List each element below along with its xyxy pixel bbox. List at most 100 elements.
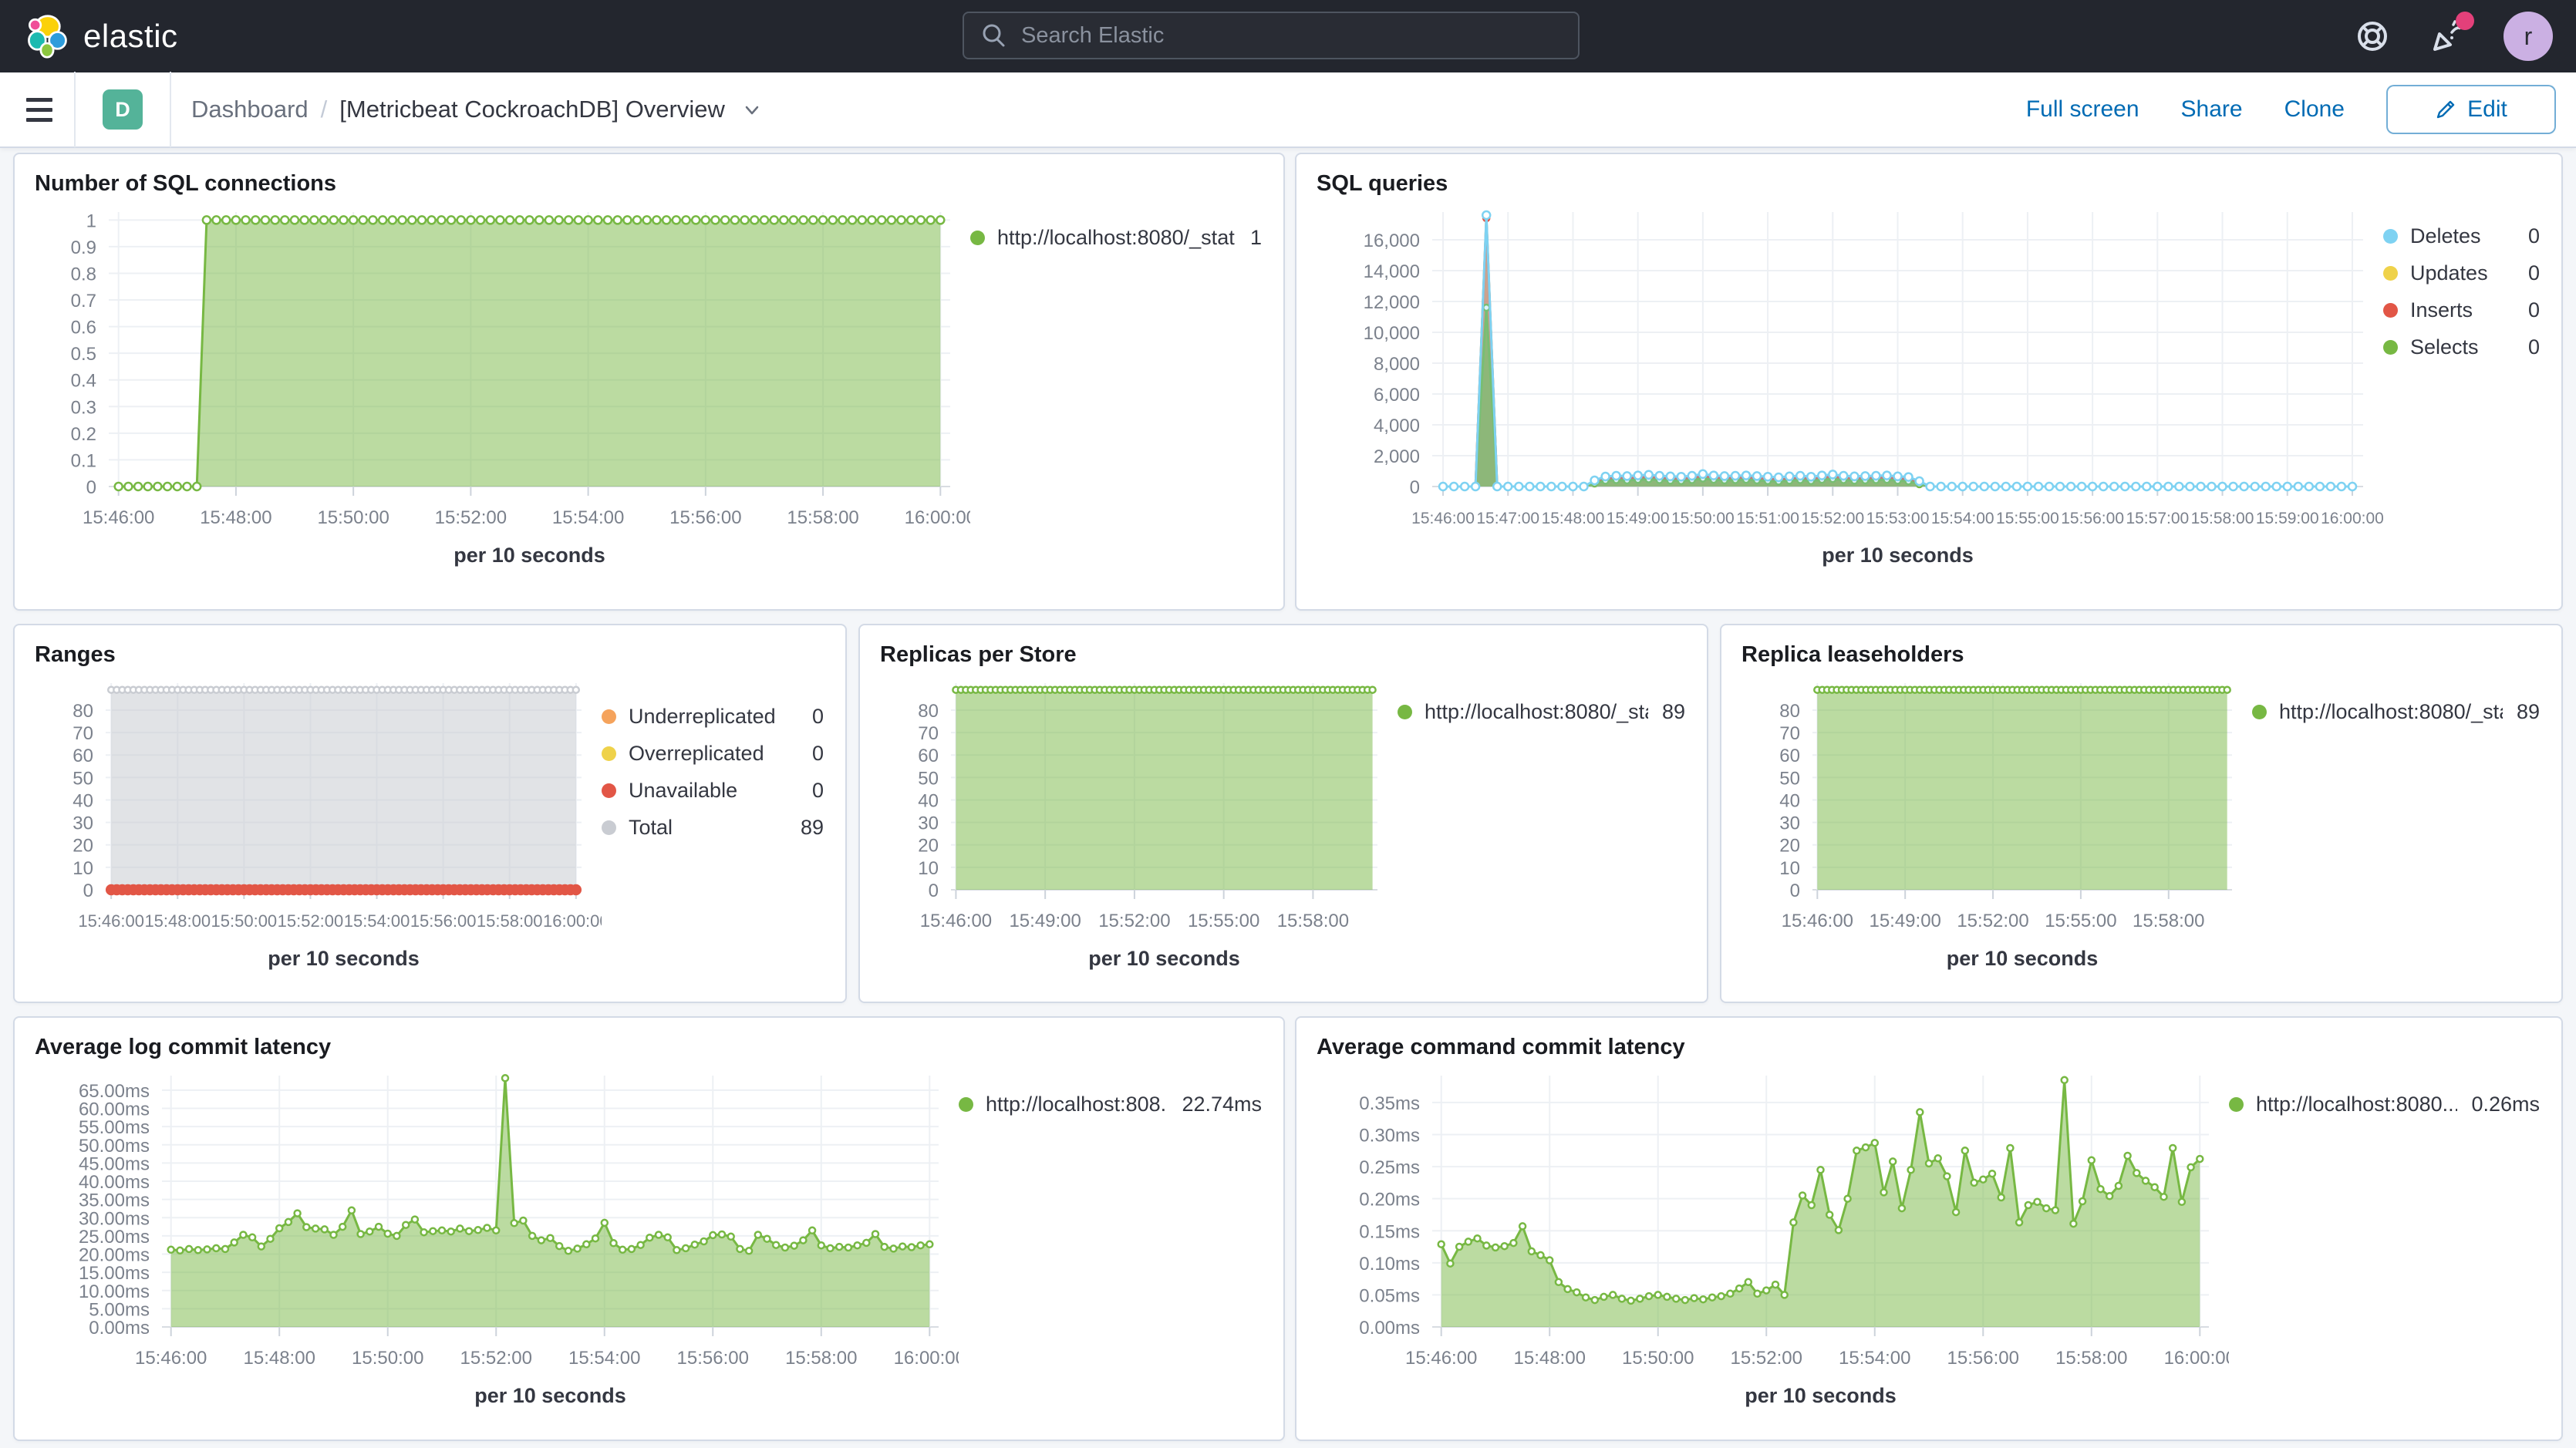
legend-label: Total: [629, 816, 787, 840]
legend-value: 89: [1662, 700, 1685, 724]
svg-text:per 10 seconds: per 10 seconds: [1745, 1384, 1897, 1407]
breadcrumb-dashboard[interactable]: Dashboard: [191, 96, 309, 123]
full-screen-button[interactable]: Full screen: [2026, 96, 2139, 123]
panel-number-of-sql-connections: Number of SQL connections 00.10.20.30.40…: [13, 153, 1285, 611]
legend-item[interactable]: http://localhost:8080/_stat...1: [970, 226, 1262, 250]
panel-replicas-per-store: Replicas per Store 0102030405060708015:4…: [858, 624, 1708, 1003]
svg-text:16:00:00: 16:00:00: [2321, 510, 2383, 527]
panel-ranges: Ranges 0102030405060708015:46:0015:48:00…: [13, 624, 847, 1003]
legend-label: http://localhost:8080/_sta...: [1425, 700, 1648, 724]
chevron-down-icon[interactable]: [742, 99, 762, 120]
legend-item[interactable]: Deletes0: [2383, 224, 2540, 248]
legend-item[interactable]: Underreplicated0: [602, 705, 824, 729]
elastic-logo[interactable]: elastic: [0, 14, 178, 59]
share-button[interactable]: Share: [2181, 96, 2243, 123]
svg-text:16:00:00: 16:00:00: [543, 911, 602, 931]
svg-text:80: 80: [918, 701, 939, 722]
svg-text:15:58:00: 15:58:00: [2191, 510, 2254, 527]
svg-text:15:52:00: 15:52:00: [1957, 911, 2028, 931]
svg-text:60.00ms: 60.00ms: [79, 1099, 150, 1120]
panel-title[interactable]: Number of SQL connections: [35, 171, 1263, 197]
svg-text:0.05ms: 0.05ms: [1359, 1285, 1420, 1306]
svg-text:70: 70: [72, 723, 93, 744]
svg-text:15:54:00: 15:54:00: [568, 1348, 640, 1369]
svg-text:20.00ms: 20.00ms: [79, 1245, 150, 1266]
panel-title[interactable]: Replica leaseholders: [1741, 642, 2541, 668]
svg-text:per 10 seconds: per 10 seconds: [268, 947, 420, 970]
user-avatar[interactable]: r: [2504, 12, 2553, 61]
svg-text:15:47:00: 15:47:00: [1476, 510, 1539, 527]
legend-item[interactable]: Selects0: [2383, 335, 2540, 359]
svg-text:15:48:00: 15:48:00: [244, 1348, 315, 1369]
svg-text:15:52:00: 15:52:00: [278, 911, 344, 931]
svg-text:16:00:00: 16:00:00: [905, 507, 970, 528]
svg-text:65.00ms: 65.00ms: [79, 1081, 150, 1102]
svg-text:15:58:00: 15:58:00: [477, 911, 543, 931]
legend-item[interactable]: http://localhost:8080/_sta... 89: [1398, 700, 1685, 724]
svg-text:0: 0: [83, 881, 93, 901]
chart-canvas[interactable]: 0102030405060708015:46:0015:49:0015:52:0…: [880, 669, 1398, 981]
help-button[interactable]: [2352, 16, 2392, 56]
edit-button-label: Edit: [2467, 96, 2507, 123]
svg-text:15:52:00: 15:52:00: [460, 1348, 532, 1369]
edit-button[interactable]: Edit: [2386, 85, 2556, 134]
legend-label: Underreplicated: [629, 705, 798, 729]
svg-text:80: 80: [72, 701, 93, 722]
svg-text:30: 30: [918, 813, 939, 834]
breadcrumb-bar: D Dashboard / [Metricbeat CockroachDB] O…: [0, 72, 2576, 148]
panel-title[interactable]: Average command commit latency: [1317, 1035, 2541, 1060]
chart-canvas[interactable]: 02,0004,0006,0008,00010,00012,00014,0001…: [1317, 198, 2383, 578]
panel-title[interactable]: SQL queries: [1317, 171, 2541, 197]
legend-item[interactable]: http://localhost:8080/_sta...89: [2252, 700, 2540, 724]
chart-canvas[interactable]: 0.00ms0.05ms0.10ms0.15ms0.20ms0.25ms0.30…: [1317, 1062, 2229, 1418]
chart-canvas[interactable]: 0102030405060708015:46:0015:48:0015:50:0…: [35, 669, 602, 981]
page-title[interactable]: [Metricbeat CockroachDB] Overview: [339, 96, 725, 123]
svg-text:15:48:00: 15:48:00: [144, 911, 211, 931]
svg-text:15:54:00: 15:54:00: [1839, 1348, 1910, 1369]
legend-label: http://localhost:8080/_sta...: [2279, 700, 2503, 724]
legend-item[interactable]: Updates0: [2383, 261, 2540, 285]
legend-label: Deletes: [2410, 224, 2514, 248]
chart-canvas[interactable]: 0.00ms5.00ms10.00ms15.00ms20.00ms25.00ms…: [35, 1062, 959, 1418]
legend-label: http://localhost:8080/_stat...: [997, 226, 1236, 250]
svg-text:15:56:00: 15:56:00: [677, 1348, 749, 1369]
panel-title[interactable]: Average log commit latency: [35, 1035, 1263, 1060]
legend-item[interactable]: http://localhost:8080...0.26ms: [2229, 1093, 2540, 1116]
search-input[interactable]: Search Elastic: [963, 12, 1580, 59]
legend-value: 0: [812, 779, 824, 803]
legend-item[interactable]: http://localhost:808...22.74ms: [959, 1093, 1262, 1116]
panel-title[interactable]: Replicas per Store: [880, 642, 1687, 668]
chart-legend: Deletes0 Updates0 Inserts0 Selects0: [2383, 198, 2541, 581]
legend-item[interactable]: Overreplicated0: [602, 742, 824, 766]
legend-swatch: [2383, 266, 2398, 281]
chart-canvas[interactable]: 00.10.20.30.40.50.60.70.80.9115:46:0015:…: [35, 198, 970, 578]
pencil-icon: [2435, 99, 2456, 120]
panel-title[interactable]: Ranges: [35, 642, 825, 668]
help-icon: [2354, 18, 2391, 55]
svg-text:20: 20: [1779, 836, 1800, 857]
divider: [170, 72, 171, 147]
clone-button[interactable]: Clone: [2284, 96, 2345, 123]
svg-text:15.00ms: 15.00ms: [79, 1263, 150, 1284]
legend-item[interactable]: Total89: [602, 816, 824, 840]
legend-item[interactable]: Inserts0: [2383, 298, 2540, 322]
svg-text:15:46:00: 15:46:00: [1411, 510, 1475, 527]
legend-swatch: [970, 231, 985, 245]
legend-label: Updates: [2410, 261, 2514, 285]
svg-text:16:00:00: 16:00:00: [2164, 1348, 2229, 1369]
top-header: elastic Search Elastic: [0, 0, 2576, 72]
svg-text:15:52:00: 15:52:00: [1801, 510, 1864, 527]
svg-text:30: 30: [1779, 813, 1800, 834]
svg-text:0.9: 0.9: [71, 237, 96, 258]
svg-text:15:46:00: 15:46:00: [78, 911, 144, 931]
svg-text:15:57:00: 15:57:00: [2126, 510, 2189, 527]
legend-item[interactable]: Unavailable0: [602, 779, 824, 803]
svg-text:0.6: 0.6: [71, 318, 96, 338]
menu-button[interactable]: [26, 98, 52, 122]
space-selector[interactable]: D: [103, 89, 143, 130]
svg-text:4,000: 4,000: [1374, 416, 1420, 436]
svg-text:70: 70: [1779, 723, 1800, 744]
svg-text:15:49:00: 15:49:00: [1009, 911, 1081, 931]
news-button[interactable]: [2428, 16, 2468, 56]
chart-canvas[interactable]: 0102030405060708015:46:0015:49:0015:52:0…: [1741, 669, 2252, 981]
